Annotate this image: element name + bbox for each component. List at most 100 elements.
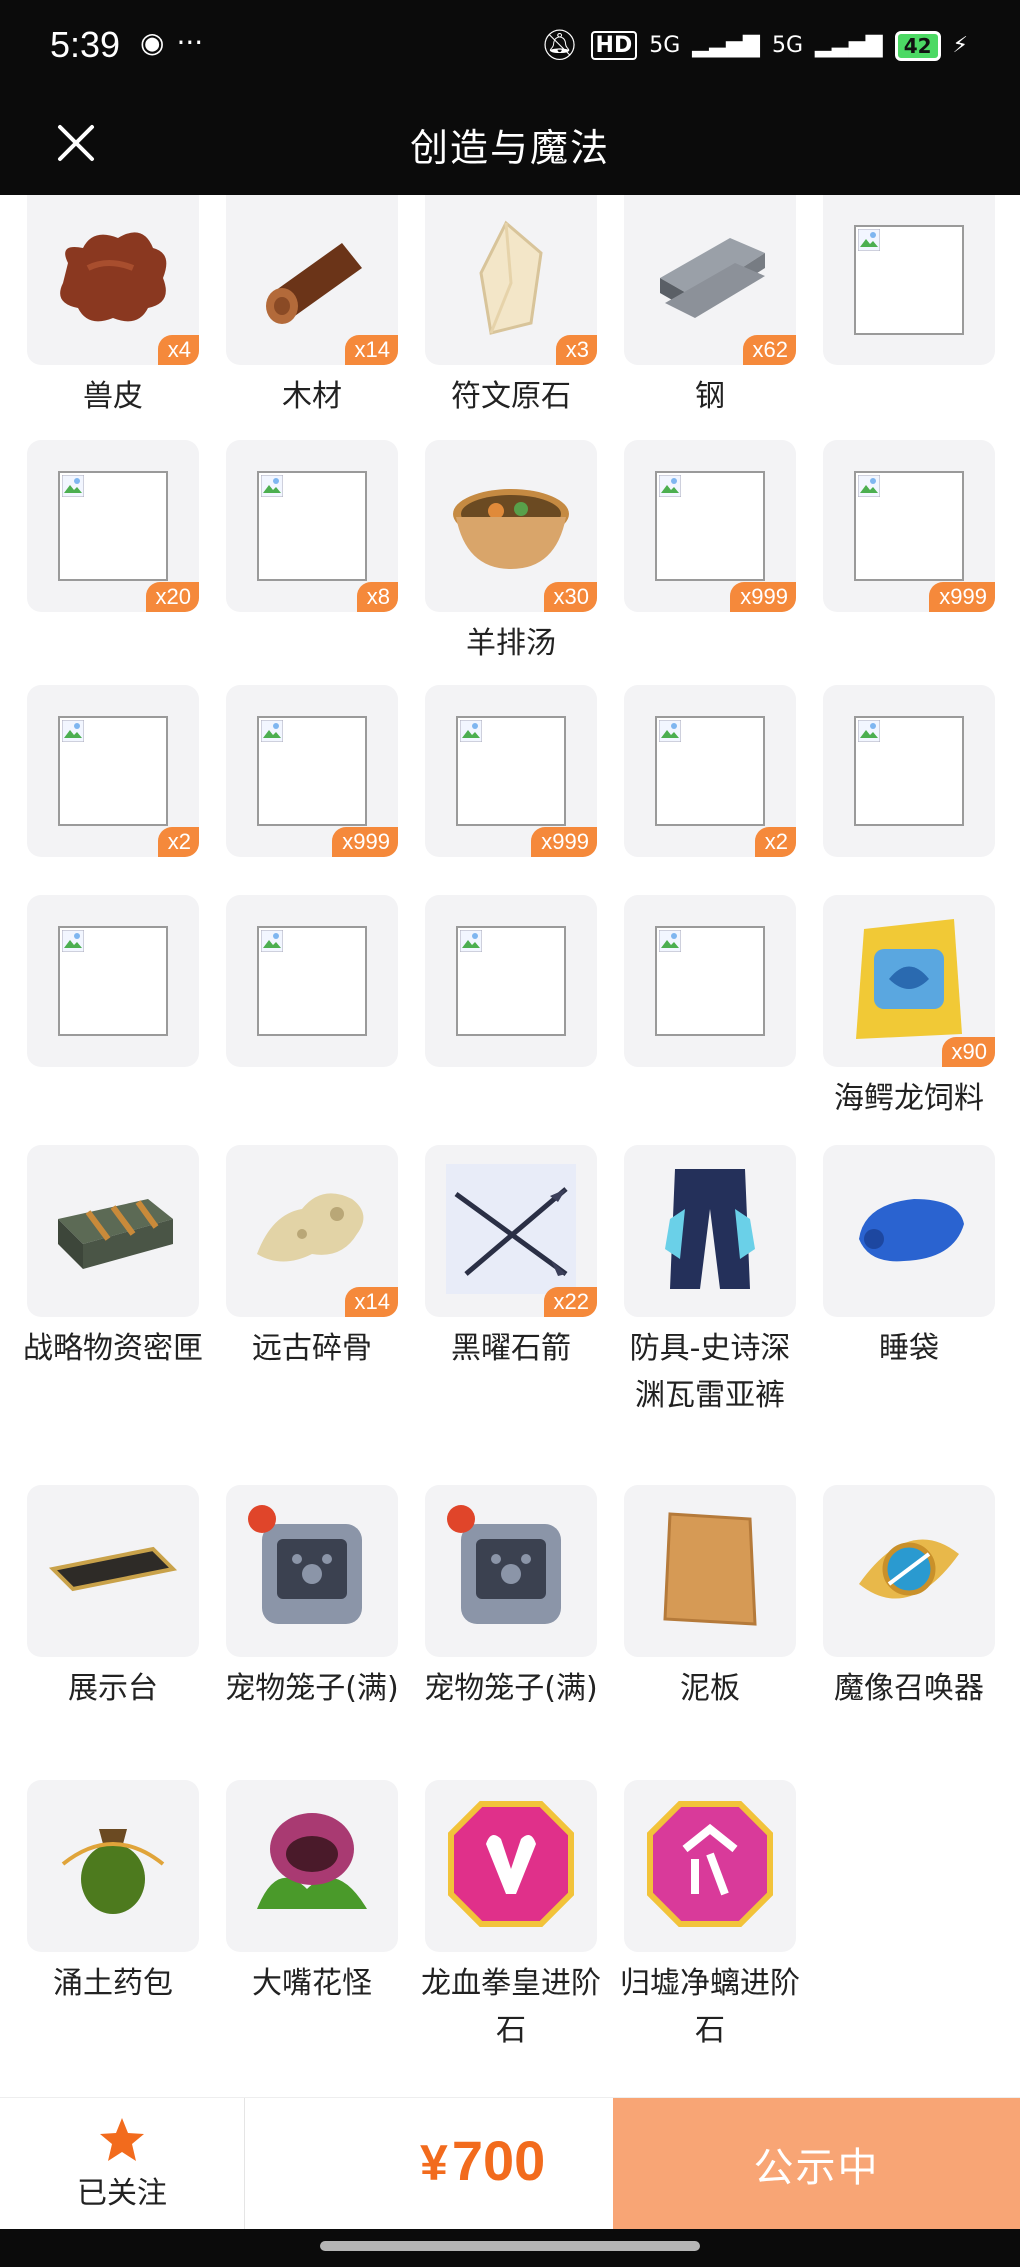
item-card[interactable]: x30 羊排汤 [425, 440, 597, 667]
item-card[interactable]: 展示台 [27, 1485, 199, 1712]
item-name: 符文原石 [451, 379, 571, 414]
broken-image-icon [257, 716, 367, 826]
item-thumbnail [823, 1485, 995, 1657]
broken-image-icon [456, 926, 566, 1036]
item-thumbnail: x3 [425, 195, 597, 365]
item-card[interactable]: 宠物笼子(满) [424, 1485, 598, 1712]
item-card[interactable]: x3 符文原石 [425, 195, 597, 420]
item-card[interactable]: x999 [425, 685, 597, 857]
crystal-icon [461, 213, 561, 347]
item-count-badge: x20 [145, 582, 199, 612]
steel-icon [640, 218, 780, 342]
item-thumbnail: x14 [226, 195, 398, 365]
log-icon [242, 223, 382, 337]
item-thumbnail [823, 685, 995, 857]
bone-icon [242, 1174, 382, 1288]
broken-image-icon [655, 926, 765, 1036]
broken-image-icon [655, 926, 765, 1036]
item-name: 龙血拳皇进阶石 [421, 1966, 601, 2048]
item-thumbnail: x8 [226, 440, 398, 612]
broken-image-icon [655, 471, 765, 581]
follow-button[interactable]: 已关注 [0, 2098, 245, 2230]
item-card[interactable]: x90 海鳄龙饲料 [823, 895, 995, 1122]
item-card[interactable]: 魔像召唤器 [823, 1485, 995, 1712]
follow-label: 已关注 [77, 2176, 167, 2211]
item-card[interactable]: 宠物笼子(满) [225, 1485, 399, 1712]
item-count-badge: x8 [356, 582, 398, 612]
home-indicator[interactable] [320, 2241, 700, 2251]
item-card[interactable]: x999 [823, 440, 995, 612]
clay-tablet-icon [655, 1504, 765, 1638]
gem-bull-icon [446, 1799, 576, 1933]
item-card[interactable]: x14 木材 [226, 195, 398, 420]
item-count-badge: x90 [941, 1037, 995, 1067]
item-card[interactable]: x20 [27, 440, 199, 612]
app-notification-icon: ◉ [140, 26, 165, 59]
status-time: 5:39 [50, 24, 121, 65]
gem-rune-icon [645, 1799, 775, 1933]
item-name: 涌土药包 [53, 1966, 173, 2001]
item-card[interactable]: x999 [624, 440, 796, 612]
broken-image-icon [655, 716, 765, 826]
item-name: 海鳄龙饲料 [834, 1081, 984, 1116]
item-card[interactable]: 大嘴花怪 [226, 1780, 398, 2007]
status-button[interactable]: 公示中 [613, 2098, 1020, 2230]
item-card[interactable]: 睡袋 [823, 1145, 995, 1372]
item-name: 归墟净螭进阶石 [620, 1966, 800, 2048]
item-thumbnail: x30 [425, 440, 597, 612]
item-card[interactable]: x22 黑曜石箭 [425, 1145, 597, 1372]
status-bar: 5:39 ◉ ··· 🔕︎ HD 5G ▂▃▅▇ 5G ▂▃▅▇ 42 ⚡ [0, 0, 1020, 95]
item-name: 羊排汤 [466, 626, 556, 661]
item-card[interactable] [425, 895, 597, 1067]
item-card[interactable]: x2 [624, 685, 796, 857]
broken-image-icon [58, 471, 168, 581]
broken-image-icon [58, 716, 168, 826]
item-thumbnail: x20 [27, 440, 199, 612]
broken-image-icon [58, 926, 168, 1036]
broken-image-icon [655, 716, 765, 826]
item-thumbnail: x62 [624, 195, 796, 365]
item-count-badge: x999 [531, 827, 597, 857]
battery-icon: 42 [894, 30, 941, 61]
item-card[interactable] [624, 895, 796, 1067]
item-card[interactable]: 涌土药包 [27, 1780, 199, 2007]
item-name: 防具-史诗深渊瓦雷亚裤 [629, 1331, 791, 1413]
price: ¥700 [420, 2128, 545, 2193]
item-card[interactable]: x4 兽皮 [27, 195, 199, 420]
item-card[interactable] [27, 895, 199, 1067]
arrows-icon [446, 1164, 576, 1298]
item-name: 战略物资密匣 [23, 1331, 203, 1366]
item-card[interactable]: x2 [27, 685, 199, 857]
item-name: 展示台 [68, 1671, 158, 1706]
item-card[interactable]: x8 [226, 440, 398, 612]
item-count-badge: x4 [157, 335, 199, 365]
item-thumbnail [425, 895, 597, 1067]
potion-bag-icon [53, 1804, 173, 1928]
item-card[interactable]: 龙血拳皇进阶石 [421, 1780, 601, 2054]
item-card[interactable]: 防具-史诗深渊瓦雷亚裤 [624, 1145, 796, 1419]
item-thumbnail: x999 [624, 440, 796, 612]
item-card[interactable]: x14 远古碎骨 [226, 1145, 398, 1372]
item-card[interactable] [823, 195, 995, 365]
item-card[interactable] [226, 895, 398, 1067]
item-thumbnail [624, 895, 796, 1067]
item-card[interactable]: 归墟净螭进阶石 [620, 1780, 800, 2054]
broken-image-icon [854, 716, 964, 826]
item-thumbnail: x999 [425, 685, 597, 857]
broken-image-icon [854, 471, 964, 581]
item-name: 宠物笼子(满) [225, 1671, 399, 1706]
item-thumbnail [425, 1780, 597, 1952]
broken-image-icon [854, 225, 964, 335]
signal-bars-icon: ▂▃▅▇ [692, 33, 760, 58]
hide-icon [48, 223, 178, 337]
charging-icon: ⚡ [952, 33, 968, 58]
item-card[interactable]: 战略物资密匣 [23, 1145, 203, 1372]
item-card[interactable]: 泥板 [624, 1485, 796, 1712]
item-count-badge: x999 [929, 582, 995, 612]
item-name: 兽皮 [83, 379, 143, 414]
mute-icon: 🔕︎ [540, 28, 579, 63]
item-card[interactable] [823, 685, 995, 857]
more-icon: ··· [176, 26, 204, 59]
item-card[interactable]: x999 [226, 685, 398, 857]
item-card[interactable]: x62 钢 [624, 195, 796, 420]
